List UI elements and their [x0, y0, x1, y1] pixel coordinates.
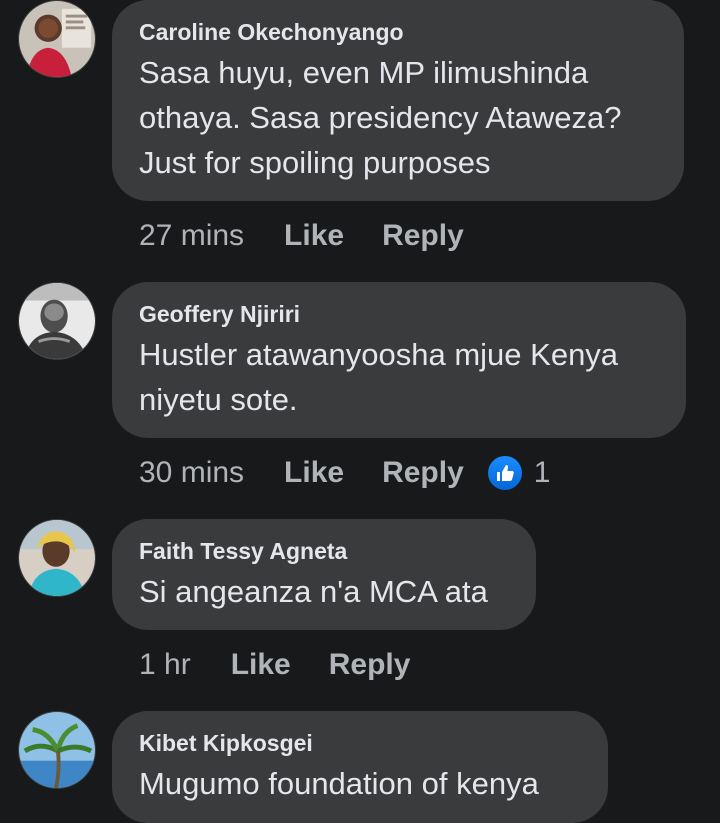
reply-button[interactable]: Reply [329, 648, 411, 682]
avatar[interactable] [18, 282, 96, 360]
comment-actions: 1 hr Like Reply [139, 645, 448, 685]
comment-actions: 30 mins Like Reply 1 [139, 453, 550, 493]
comment-bubble: Caroline Okechonyango Sasa huyu, even MP… [112, 0, 684, 201]
like-button[interactable]: Like [284, 219, 344, 253]
comment-actions: 27 mins Like Reply [139, 216, 502, 256]
comment-author[interactable]: Geoffery Njiriri [139, 300, 660, 328]
comment-text: Sasa huyu, even MP ilimushinda othaya. S… [139, 55, 622, 180]
comment-bubble: Kibet Kipkosgei Mugumo foundation of ken… [112, 711, 608, 823]
like-button[interactable]: Like [284, 456, 344, 490]
reaction-count: 1 [533, 456, 551, 489]
comment-author[interactable]: Kibet Kipkosgei [139, 729, 582, 757]
comment-text: Si angeanza n'a MCA ata [139, 574, 488, 609]
reply-button[interactable]: Reply [382, 219, 464, 253]
comment-text: Hustler atawanyoosha mjue Kenya niyetu s… [139, 337, 619, 417]
comment-author[interactable]: Faith Tessy Agneta [139, 537, 510, 565]
comment-timestamp[interactable]: 27 mins [139, 219, 244, 253]
like-button[interactable]: Like [231, 648, 291, 682]
reaction-summary[interactable]: 1 [487, 456, 551, 490]
reply-button[interactable]: Reply [382, 456, 464, 490]
comment-text: Mugumo foundation of kenya [139, 766, 539, 801]
comment-author[interactable]: Caroline Okechonyango [139, 18, 658, 46]
like-icon [487, 456, 522, 490]
comment-bubble: Faith Tessy Agneta Si angeanza n'a MCA a… [112, 519, 536, 630]
comment-timestamp[interactable]: 1 hr [139, 648, 191, 682]
avatar[interactable] [18, 0, 96, 78]
avatar[interactable] [18, 711, 96, 789]
comment-bubble: Geoffery Njiriri Hustler atawanyoosha mj… [112, 282, 686, 438]
comment-timestamp[interactable]: 30 mins [139, 456, 244, 490]
avatar[interactable] [18, 519, 96, 597]
